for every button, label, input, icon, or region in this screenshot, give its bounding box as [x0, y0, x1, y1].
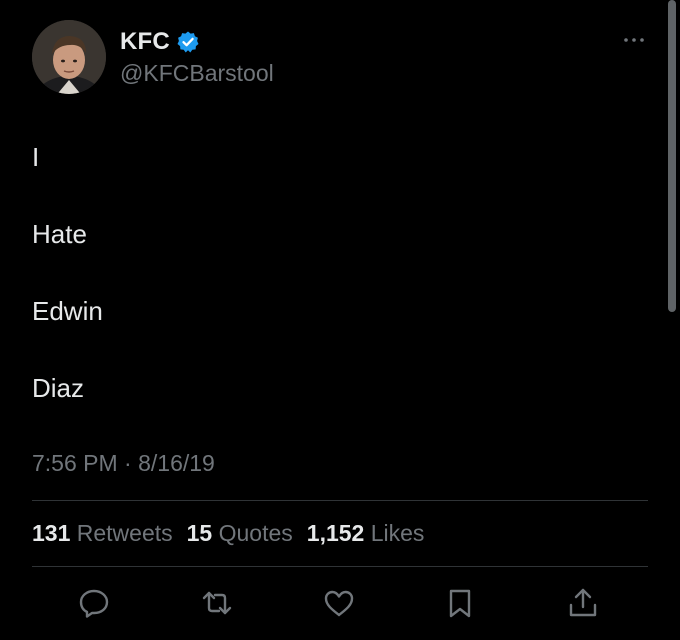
tweet-timestamp[interactable]: 7:56 PM · 8/16/19 [32, 450, 215, 477]
divider [32, 566, 648, 567]
quotes-stat[interactable]: 15 Quotes [187, 520, 293, 547]
author-name-row[interactable]: KFC [120, 28, 200, 56]
likes-stat[interactable]: 1,152 Likes [307, 520, 425, 547]
share-icon[interactable] [566, 586, 600, 620]
tweet-card: KFC @KFCBarstool I Hate Edwin Diaz 7:56 … [0, 0, 680, 640]
bookmark-icon[interactable] [443, 586, 477, 620]
author-handle[interactable]: @KFCBarstool [120, 60, 274, 87]
action-bar [0, 580, 680, 626]
tweet-text-line: Edwin [32, 296, 103, 326]
engagement-stats: 131 Retweets 15 Quotes 1,152 Likes [32, 520, 424, 547]
quotes-label: Quotes [218, 520, 293, 546]
retweet-icon[interactable] [200, 586, 234, 620]
more-options-icon[interactable] [622, 30, 646, 50]
tweet-text-line: Diaz [32, 373, 85, 403]
like-icon[interactable] [322, 586, 356, 620]
retweets-count: 131 [32, 520, 71, 546]
verified-badge-icon [176, 30, 200, 54]
tweet-text-line: I [32, 142, 40, 172]
divider [32, 500, 648, 501]
retweets-label: Retweets [76, 520, 173, 546]
author-display-name[interactable]: KFC [120, 28, 170, 56]
likes-label: Likes [370, 520, 425, 546]
likes-count: 1,152 [306, 520, 365, 546]
reply-icon[interactable] [77, 586, 111, 620]
avatar[interactable] [32, 20, 106, 94]
retweets-stat[interactable]: 131 Retweets [32, 520, 173, 547]
avatar-photo [32, 20, 106, 94]
tweet-text-line: Hate [32, 219, 87, 249]
scrollbar[interactable] [668, 0, 676, 312]
quotes-count: 15 [186, 520, 213, 546]
